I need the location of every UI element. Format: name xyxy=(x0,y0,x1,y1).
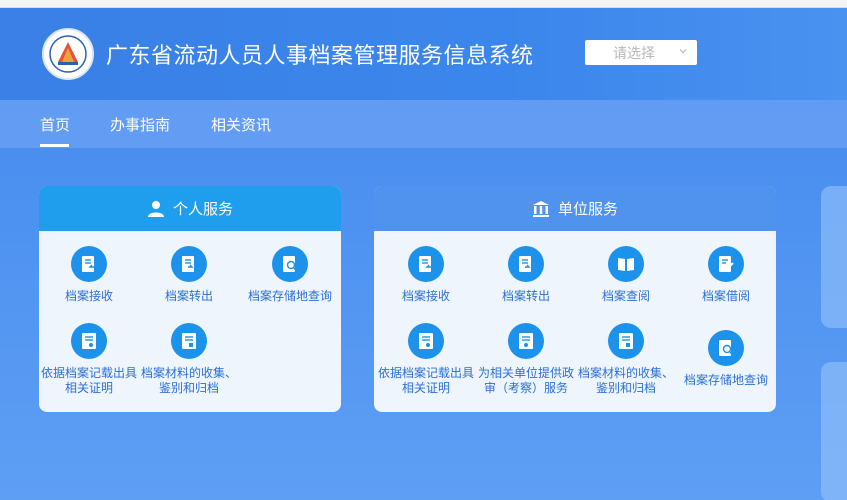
unit-item-archive-location[interactable]: 档案存储地查询 xyxy=(676,330,776,388)
site-header: 广东省流动人员人事档案管理服务信息系统 请选择 xyxy=(0,8,847,100)
unit-service-header: 单位服务 xyxy=(374,186,776,231)
personal-service-header: 个人服务 xyxy=(39,186,341,231)
personal-item-archive-collect[interactable]: 档案材料的收集、 鉴别和归档 xyxy=(139,323,239,396)
archive-collect-icon xyxy=(171,323,207,359)
archive-read-icon xyxy=(608,246,644,282)
side-card-partial-2[interactable] xyxy=(821,362,847,500)
user-icon xyxy=(147,200,164,217)
chevron-down-icon xyxy=(679,49,687,54)
service-label: 档案接收 xyxy=(401,289,450,303)
unit-item-archive-receive[interactable]: 档案接收 xyxy=(376,246,476,304)
unit-service-title: 单位服务 xyxy=(557,200,618,218)
main-nav: 首页 办事指南 相关资讯 xyxy=(0,100,847,148)
site-logo[interactable] xyxy=(42,28,94,80)
unit-item-archive-collect[interactable]: 档案材料的收集、 鉴别和归档 xyxy=(576,323,676,396)
personal-item-archive-receive[interactable]: 档案接收 xyxy=(39,246,139,304)
political-review-icon xyxy=(508,323,544,359)
archive-borrow-icon xyxy=(708,246,744,282)
service-label: 档案借阅 xyxy=(701,289,750,303)
archive-receive-icon xyxy=(408,246,444,282)
personal-service-title: 个人服务 xyxy=(172,200,233,218)
region-select-placeholder: 请选择 xyxy=(613,45,655,62)
archive-location-search-icon xyxy=(272,246,308,282)
archive-collect-icon xyxy=(608,323,644,359)
service-label: 档案存储地查询 xyxy=(247,289,332,303)
personal-item-archive-location[interactable]: 档案存储地查询 xyxy=(239,246,341,304)
nav-item-guide[interactable]: 办事指南 xyxy=(110,114,170,135)
logo-emblem-icon xyxy=(49,35,87,73)
service-label: 档案查阅 xyxy=(601,289,650,303)
unit-item-certificate[interactable]: 依据档案记载出具 相关证明 xyxy=(376,323,476,396)
service-label: 档案转出 xyxy=(501,289,550,303)
service-label: 档案接收 xyxy=(64,289,113,303)
unit-item-political-review[interactable]: 为相关单位提供政 审（考察）服务 xyxy=(476,323,576,396)
service-label: 依据档案记载出具 相关证明 xyxy=(40,366,137,395)
browser-bookmark-strip xyxy=(0,0,847,8)
service-label: 档案材料的收集、 鉴别和归档 xyxy=(140,366,237,395)
certificate-icon xyxy=(408,323,444,359)
site-title: 广东省流动人员人事档案管理服务信息系统 xyxy=(106,44,534,69)
unit-item-archive-transfer[interactable]: 档案转出 xyxy=(476,246,576,304)
certificate-icon xyxy=(71,323,107,359)
archive-transfer-out-icon xyxy=(171,246,207,282)
side-card-partial-1[interactable] xyxy=(821,186,847,328)
archive-transfer-out-icon xyxy=(508,246,544,282)
service-label: 依据档案记载出具 相关证明 xyxy=(377,366,474,395)
service-label: 档案转出 xyxy=(164,289,213,303)
service-label: 档案存储地查询 xyxy=(683,373,768,387)
bank-icon xyxy=(532,200,549,217)
personal-service-panel: 个人服务 档案接收 档案转出 档案存储地查询 依据档案记载出具 相关证明 档案材… xyxy=(39,186,341,412)
unit-item-archive-borrow[interactable]: 档案借阅 xyxy=(676,246,776,304)
region-select[interactable]: 请选择 xyxy=(585,40,697,65)
nav-item-news[interactable]: 相关资讯 xyxy=(211,114,271,135)
personal-item-certificate[interactable]: 依据档案记载出具 相关证明 xyxy=(39,323,139,396)
unit-service-panel: 单位服务 档案接收 档案转出 档案查阅 档案借阅 依据档案记载出具 相关证明 为… xyxy=(374,186,776,412)
archive-location-search-icon xyxy=(708,330,744,366)
personal-item-archive-transfer[interactable]: 档案转出 xyxy=(139,246,239,304)
nav-active-indicator xyxy=(40,144,69,147)
archive-receive-icon xyxy=(71,246,107,282)
service-label: 为相关单位提供政 审（考察）服务 xyxy=(477,366,574,395)
unit-item-archive-read[interactable]: 档案查阅 xyxy=(576,246,676,304)
service-label: 档案材料的收集、 鉴别和归档 xyxy=(577,366,674,395)
nav-item-home[interactable]: 首页 xyxy=(40,114,70,135)
